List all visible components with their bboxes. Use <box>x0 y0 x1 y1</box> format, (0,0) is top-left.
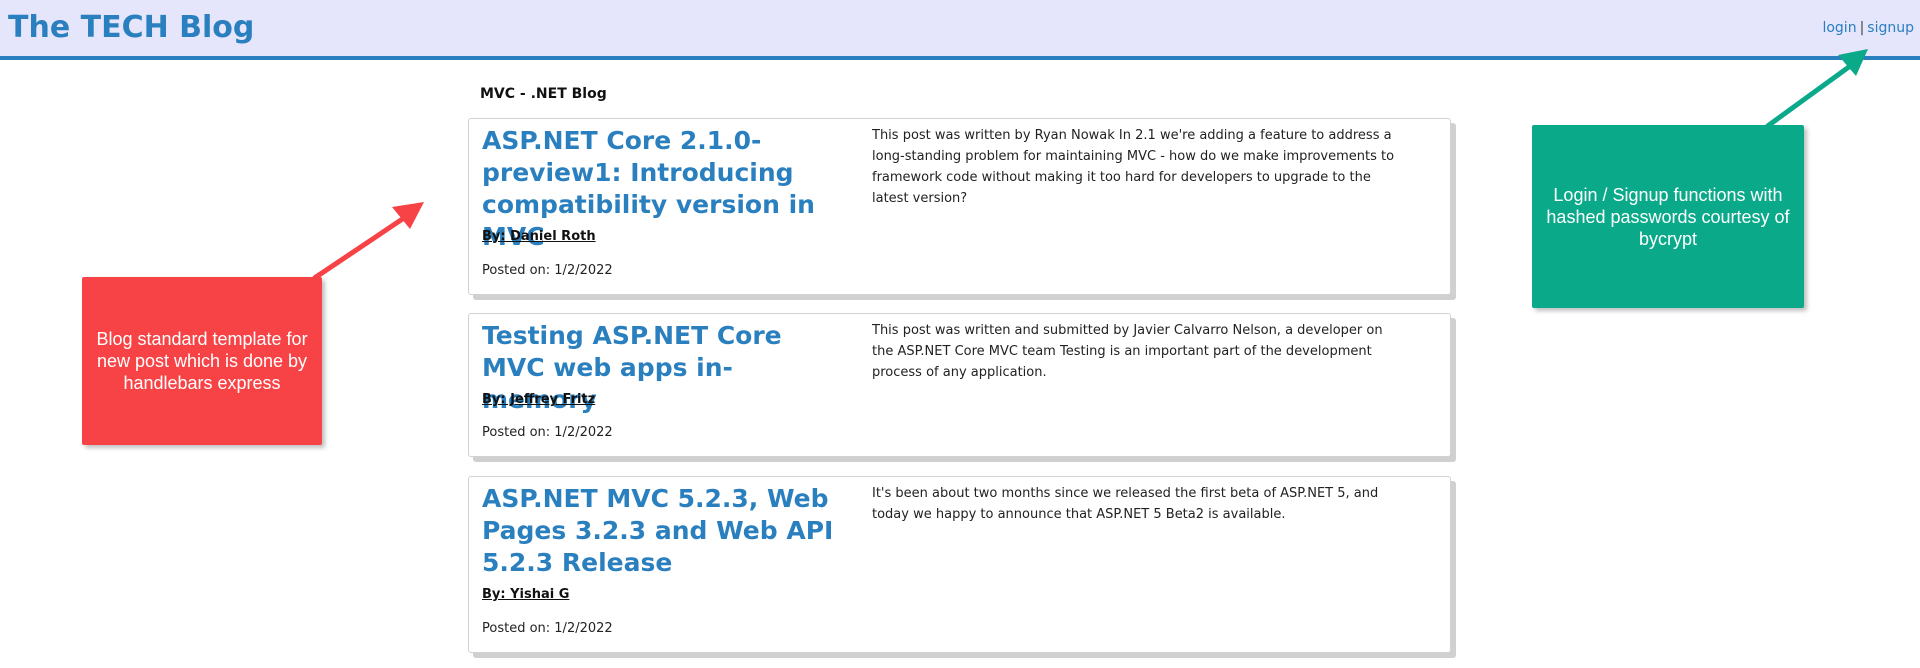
post-author[interactable]: By: Yishai G <box>482 587 569 602</box>
site-brand[interactable]: The TECH Blog <box>8 10 254 45</box>
auth-links: login | signup <box>1822 20 1914 36</box>
section-title: MVC - .NET Blog <box>480 86 607 102</box>
post-excerpt: This post was written by Ryan Nowak In 2… <box>872 128 1395 206</box>
top-navbar: The TECH Blog login | signup <box>0 0 1920 60</box>
post-excerpt: It's been about two months since we rele… <box>872 486 1379 522</box>
signup-link[interactable]: signup <box>1867 20 1914 36</box>
auth-annotation-callout: Login / Signup functions with hashed pas… <box>1532 125 1804 308</box>
post-card: ASP.NET MVC 5.2.3, Web Pages 3.2.3 and W… <box>468 476 1451 653</box>
post-date: Posted on: 1/2/2022 <box>482 425 613 440</box>
auth-separator: | <box>1859 20 1865 36</box>
red-arrow-icon <box>312 202 424 281</box>
post-author[interactable]: By: Jeffrey Fritz <box>482 392 595 407</box>
page: The TECH Blog login | signup MVC - .NET Bl… <box>0 0 1920 668</box>
post-card: Testing ASP.NET Core MVC web apps in-mem… <box>468 313 1451 457</box>
post-excerpt: This post was written and submitted by J… <box>872 323 1383 380</box>
post-title[interactable]: ASP.NET MVC 5.2.3, Web Pages 3.2.3 and W… <box>482 483 847 579</box>
template-annotation-callout: Blog standard template for new post whic… <box>82 277 322 445</box>
post-author[interactable]: By: Daniel Roth <box>482 229 596 244</box>
green-arrow-icon <box>1765 49 1868 129</box>
post-date: Posted on: 1/2/2022 <box>482 263 613 278</box>
post-date: Posted on: 1/2/2022 <box>482 621 613 636</box>
login-link[interactable]: login <box>1822 20 1856 36</box>
post-card: ASP.NET Core 2.1.0-preview1: Introducing… <box>468 118 1451 295</box>
